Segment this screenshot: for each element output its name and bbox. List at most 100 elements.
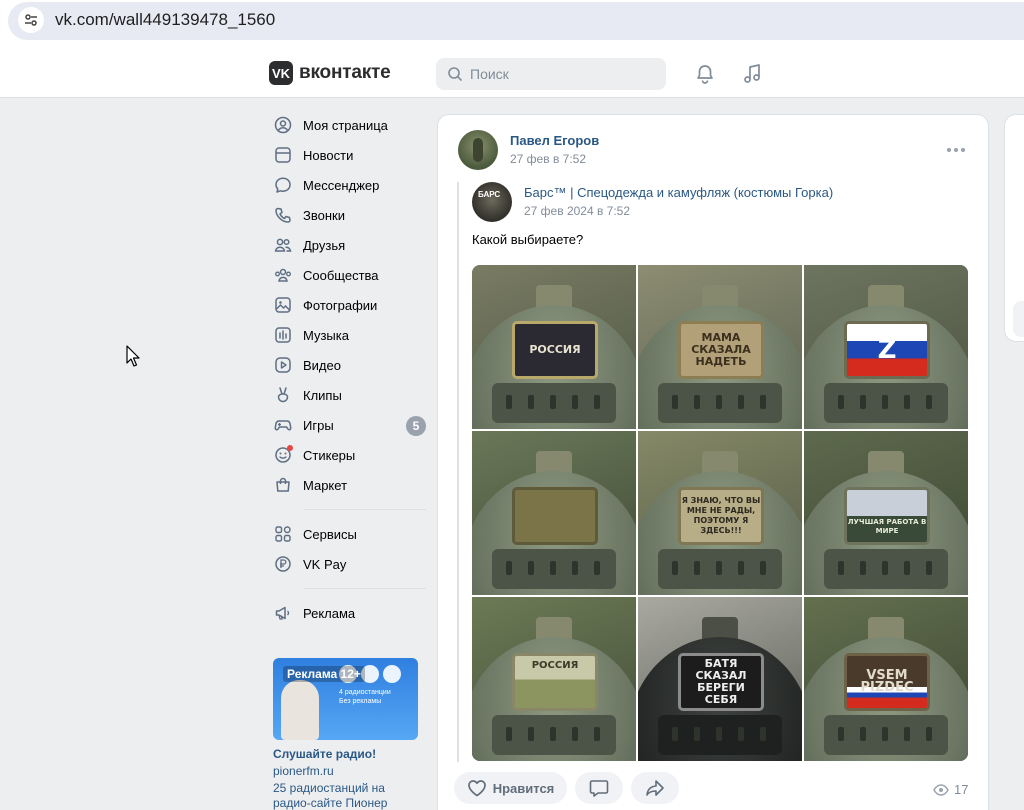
mouse-cursor-icon [126,345,140,367]
music-note-icon[interactable] [741,63,763,85]
menu-item-music[interactable]: Музыка [270,320,430,350]
games-count-badge: 5 [406,416,426,436]
phone-icon [273,205,293,225]
menu-item-calls[interactable]: Звонки [270,200,430,230]
menu-item-services[interactable]: Сервисы [270,519,430,549]
vk-logo[interactable]: VK вконтакте [269,61,391,85]
repost-line [457,182,459,762]
market-icon [273,475,293,495]
menu-label: Звонки [303,207,345,223]
right-card-button[interactable] [1013,301,1024,337]
menu-label: Видео [303,357,341,373]
communities-icon [273,265,293,285]
menu-label: Сервисы [303,526,357,542]
menu-item-friends[interactable]: Друзья [270,230,430,260]
stickers-notification-dot [287,445,293,451]
menu-item-video[interactable]: Видео [270,350,430,380]
menu-item-ads[interactable]: Реклама [270,598,430,628]
browser-address-bar: vk.com/wall449139478_1560 [0,0,1024,48]
menu-item-games[interactable]: Игры 5 [270,410,430,440]
music-icon [273,325,293,345]
services-icon [273,524,293,544]
right-side-card [1004,114,1024,342]
menu-item-messenger[interactable]: Мессенджер [270,170,430,200]
bell-icon[interactable] [694,63,716,85]
ad-radio-logo [383,665,401,683]
vk-logo-mark: VK [269,61,293,85]
search-box[interactable] [436,58,666,90]
like-label: Нравится [492,780,555,796]
menu-label: Музыка [303,327,349,343]
patch-caption: VSEM PIZDEC [844,653,930,711]
patch-caption: РОССИЯ [512,653,598,711]
ad-image[interactable]: Реклама 12+ 4 радиостанции Без рекламы [273,658,418,740]
comment-icon [589,780,609,797]
user-circle-icon [273,115,293,135]
eye-icon [933,783,949,796]
dot-icon [947,148,951,152]
photo-tile[interactable] [472,431,636,595]
site-header: VK вконтакте [0,48,1024,98]
photo-icon [273,295,293,315]
menu-label: Моя страница [303,117,388,133]
left-menu: Моя страница Новости Мессенджер Звонки Д… [270,110,430,628]
vk-logo-text: вконтакте [299,62,391,83]
menu-item-communities[interactable]: Сообщества [270,260,430,290]
menu-item-my-page[interactable]: Моя страница [270,110,430,140]
comment-button[interactable] [575,772,623,804]
site-settings-icon[interactable] [18,7,44,33]
menu-label: Игры [303,417,334,433]
menu-item-clips[interactable]: Клипы [270,380,430,410]
patch-caption: Я ЗНАЮ, ЧТО ВЫ МНЕ НЕ РАДЫ, ПОЭТОМУ Я ЗД… [678,487,764,545]
ad-site-link[interactable]: pionerfm.ru [273,764,334,778]
menu-item-market[interactable]: Маркет [270,470,430,500]
url-text[interactable]: vk.com/wall449139478_1560 [55,10,275,30]
search-icon [448,67,462,81]
menu-label: VK Pay [303,556,347,572]
patch-caption: Z [844,321,930,379]
search-input[interactable] [470,64,650,84]
author-avatar[interactable] [458,130,498,170]
post-more-menu-button[interactable] [944,140,968,160]
megaphone-icon [273,603,293,623]
menu-divider [304,588,426,589]
photo-tile[interactable]: РОССИЯ [472,265,636,429]
photo-tile[interactable]: РОССИЯ [472,597,636,761]
patch-caption: МАМА СКАЗАЛА НАДЕТЬ [678,321,764,379]
photo-tile[interactable]: БАТЯ СКАЗАЛ БЕРЕГИ СЕБЯ [638,597,802,761]
menu-item-vkpay[interactable]: VK Pay [270,549,430,579]
source-avatar[interactable]: БАРС [472,182,512,222]
games-icon [273,415,293,435]
repost-source-date[interactable]: 27 фев 2024 в 7:52 [524,204,630,218]
menu-divider [304,509,426,510]
menu-label: Сообщества [303,267,379,283]
menu-label: Фотографии [303,297,378,313]
repost-source-name[interactable]: Барс™ | Спецодежда и камуфляж (костюмы Г… [524,185,833,200]
post-author-name[interactable]: Павел Егоров [510,133,599,148]
photo-tile[interactable]: ЛУЧШАЯ РАБОТА В МИРЕ [804,431,968,595]
vkpay-icon [273,554,293,574]
photo-tile[interactable]: МАМА СКАЗАЛА НАДЕТЬ [638,265,802,429]
menu-item-photos[interactable]: Фотографии [270,290,430,320]
menu-item-news[interactable]: Новости [270,140,430,170]
photo-tile[interactable]: Z [804,265,968,429]
dot-icon [954,148,958,152]
ad-person-figure [281,680,319,740]
post-date[interactable]: 27 фев в 7:52 [510,152,586,166]
patch-caption: БАТЯ СКАЗАЛ БЕРЕГИ СЕБЯ [678,653,764,711]
post-text: Какой выбираете? [472,232,584,247]
photo-tile[interactable]: Я ЗНАЮ, ЧТО ВЫ МНЕ НЕ РАДЫ, ПОЭТОМУ Я ЗД… [638,431,802,595]
menu-label: Реклама [303,605,356,621]
views-counter: 17 [933,782,968,797]
like-button[interactable]: Нравится [454,772,567,804]
menu-item-stickers[interactable]: Стикеры [270,440,430,470]
stickers-icon [273,445,293,465]
ad-title[interactable]: Слушайте радио! [273,747,376,761]
heart-icon [467,780,486,797]
share-icon [646,780,664,796]
message-icon [273,175,293,195]
clips-icon [273,385,293,405]
photo-tile[interactable]: VSEM PIZDEC [804,597,968,761]
share-button[interactable] [631,772,679,804]
ad-description[interactable]: 25 радиостанций на радио-сайте Пионер [273,781,423,810]
